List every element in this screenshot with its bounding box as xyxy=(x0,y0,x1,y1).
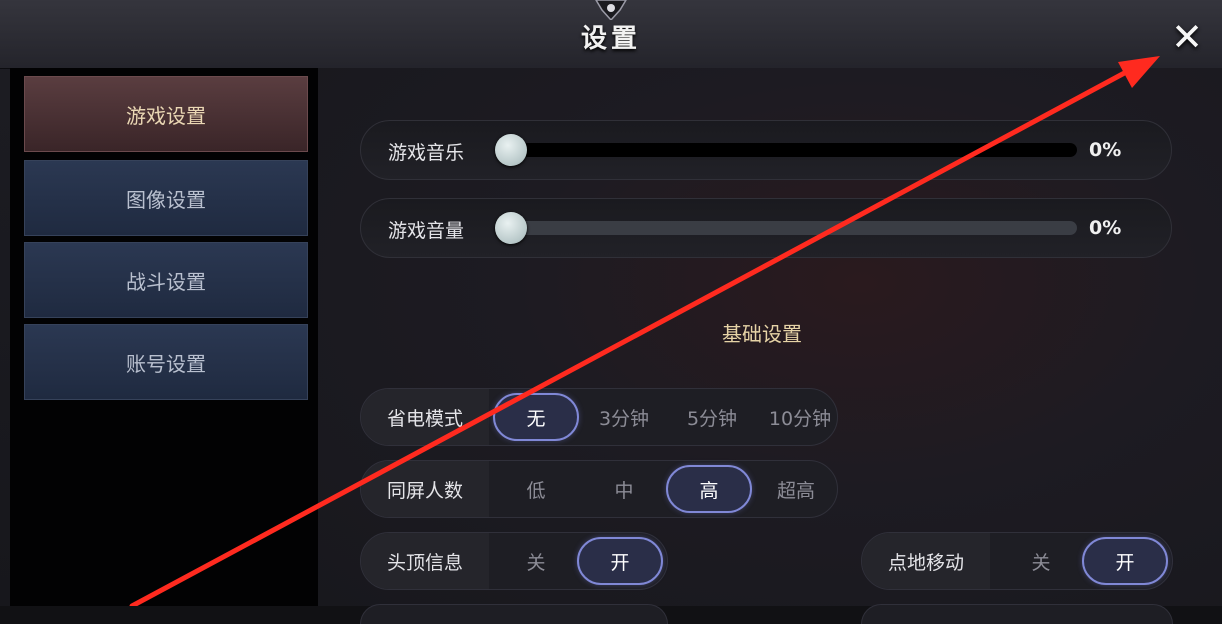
sidebar-item-graphics-settings[interactable]: 图像设置 xyxy=(24,160,308,236)
partial-row-left xyxy=(360,604,668,624)
sidebar-item-label: 账号设置 xyxy=(126,351,206,376)
volume-value: 0% xyxy=(1089,217,1122,239)
music-slider-row: 游戏音乐 0% xyxy=(360,120,1172,180)
power-save-row: 省电模式 无 3分钟 5分钟 10分钟 xyxy=(360,388,838,446)
tap-move-label: 点地移动 xyxy=(862,533,990,589)
close-icon[interactable]: ✕ xyxy=(1164,14,1210,60)
power-save-option-5min[interactable]: 5分钟 xyxy=(669,389,755,445)
head-info-row: 头顶信息 关 开 xyxy=(360,532,668,590)
music-value: 0% xyxy=(1089,139,1122,161)
partial-row-right xyxy=(861,604,1173,624)
power-save-option-10min[interactable]: 10分钟 xyxy=(757,389,843,445)
same-screen-option-medium[interactable]: 中 xyxy=(581,461,667,517)
ornament-icon xyxy=(595,0,627,20)
page-title: 设置 xyxy=(580,24,641,54)
sidebar-item-game-settings[interactable]: 游戏设置 xyxy=(24,76,308,152)
settings-window: 设置 ✕ 游戏设置 图像设置 战斗设置 账号设置 游戏音乐 0% 游戏音量 0% xyxy=(0,0,1222,624)
volume-slider-row: 游戏音量 0% xyxy=(360,198,1172,258)
head-info-option-off[interactable]: 关 xyxy=(493,533,579,589)
same-screen-option-ultra[interactable]: 超高 xyxy=(753,461,839,517)
same-screen-row: 同屏人数 低 中 高 超高 xyxy=(360,460,838,518)
head-info-label: 头顶信息 xyxy=(361,533,489,589)
same-screen-option-low[interactable]: 低 xyxy=(493,461,579,517)
tap-move-option-off[interactable]: 关 xyxy=(998,533,1084,589)
tap-move-option-on[interactable]: 开 xyxy=(1082,537,1168,585)
sidebar-item-combat-settings[interactable]: 战斗设置 xyxy=(24,242,308,318)
same-screen-label: 同屏人数 xyxy=(361,461,489,517)
sidebar-item-account-settings[interactable]: 账号设置 xyxy=(24,324,308,400)
settings-content: 游戏音乐 0% 游戏音量 0% 基础设置 省电模式 无 3分钟 5分钟 10分钟… xyxy=(318,68,1222,624)
tap-move-row: 点地移动 关 开 xyxy=(861,532,1173,590)
sidebar-item-label: 战斗设置 xyxy=(126,269,206,294)
section-title-basic: 基础设置 xyxy=(722,322,802,346)
music-label: 游戏音乐 xyxy=(388,142,465,164)
title-bar: 设置 ✕ xyxy=(0,0,1222,69)
power-save-option-3min[interactable]: 3分钟 xyxy=(581,389,667,445)
volume-slider-track[interactable] xyxy=(501,221,1077,235)
sidebar-item-label: 图像设置 xyxy=(126,187,206,212)
same-screen-option-high[interactable]: 高 xyxy=(666,465,752,513)
volume-slider-handle[interactable] xyxy=(495,212,527,244)
music-slider-handle[interactable] xyxy=(495,134,527,166)
head-info-option-on[interactable]: 开 xyxy=(577,537,663,585)
power-save-label: 省电模式 xyxy=(361,389,489,445)
sidebar-item-label: 游戏设置 xyxy=(126,103,206,128)
music-slider-track[interactable] xyxy=(501,143,1077,157)
power-save-option-none[interactable]: 无 xyxy=(493,393,579,441)
volume-label: 游戏音量 xyxy=(388,220,465,242)
sidebar: 游戏设置 图像设置 战斗设置 账号设置 xyxy=(10,68,318,606)
